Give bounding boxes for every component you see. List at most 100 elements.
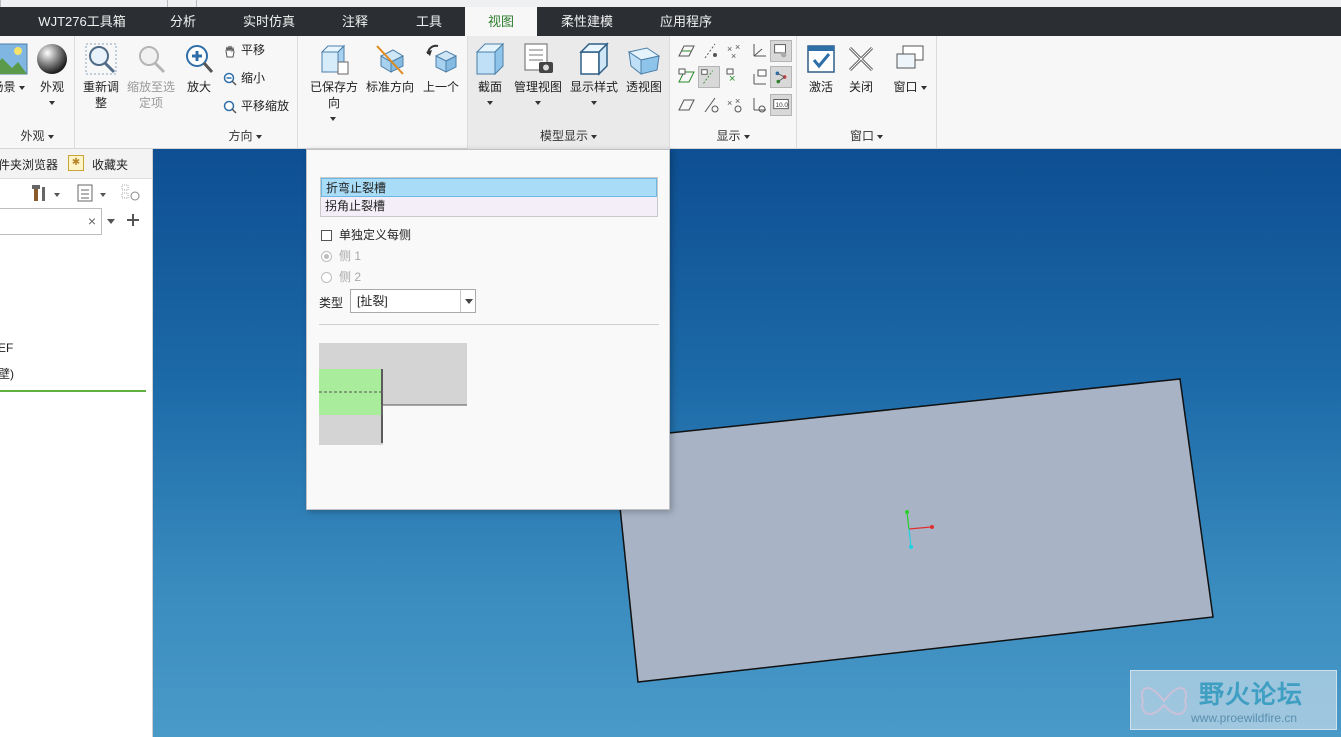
- relief-type-value: [扯裂]: [357, 294, 388, 308]
- datum-planes-icon[interactable]: [676, 40, 698, 62]
- checkbox-box[interactable]: [321, 230, 332, 242]
- pan-label: 平移: [241, 43, 266, 57]
- csys-tag-icon[interactable]: [748, 66, 770, 88]
- datum-axes-icon[interactable]: [700, 40, 722, 62]
- tab-folder-browser[interactable]: 件夹浏览器: [0, 156, 58, 173]
- annotation-display-icon[interactable]: [770, 40, 792, 62]
- zoom-out-button[interactable]: 缩小: [223, 68, 265, 88]
- clear-search-icon[interactable]: ×: [88, 213, 96, 229]
- zoom-in-button[interactable]: 放大: [179, 42, 219, 95]
- radio-side2-indicator[interactable]: [321, 272, 332, 284]
- tab-tools[interactable]: 工具: [396, 7, 462, 36]
- show-options-icon[interactable]: [76, 183, 110, 203]
- plane-tag-icon[interactable]: [676, 66, 698, 88]
- group-model-display: 截面 管理视图 显示样式 透视图 模型显示: [468, 36, 670, 149]
- section-button[interactable]: 截面: [472, 42, 508, 109]
- select-dropdown-icon[interactable]: [460, 290, 475, 312]
- tab-applications[interactable]: 应用程序: [644, 7, 728, 36]
- appearance-button[interactable]: 外观: [34, 42, 70, 109]
- radio-side1-indicator[interactable]: [321, 251, 332, 263]
- point-display-icon[interactable]: × ×: [724, 94, 746, 116]
- zoom-selected-icon: [139, 46, 166, 74]
- scene-label: 场景: [0, 80, 16, 94]
- group-saved-orientation: 已保存方向 标准方向 上一个: [298, 36, 468, 149]
- tab-wjt276-toolbox[interactable]: WJT276工具箱: [22, 7, 142, 36]
- window-button[interactable]: 窗口: [889, 42, 931, 95]
- activate-button[interactable]: 激活: [801, 42, 841, 95]
- appearance-label: 外观: [39, 80, 64, 94]
- filter-icon[interactable]: [120, 183, 142, 203]
- manage-views-label: 管理视图: [513, 80, 562, 94]
- tab-flexible-modeling[interactable]: 柔性建模: [546, 7, 628, 36]
- axis-display-icon[interactable]: [700, 94, 722, 116]
- scene-button[interactable]: 场景: [0, 42, 30, 95]
- search-dropdown-icon[interactable]: [106, 216, 116, 226]
- datum-csys-icon[interactable]: [748, 40, 770, 62]
- tab-realtime-simulation[interactable]: 实时仿真: [228, 7, 310, 36]
- sphere-icon: [37, 44, 67, 74]
- manage-views-button[interactable]: 管理视图: [512, 42, 564, 109]
- svg-text:×: ×: [727, 98, 732, 108]
- previous-view-icon: [426, 44, 458, 73]
- define-each-side-checkbox[interactable]: 单独定义每侧: [321, 226, 411, 243]
- plane-display-icon[interactable]: [676, 94, 698, 116]
- point-tag-icon[interactable]: ×: [724, 66, 746, 88]
- side1-radio[interactable]: 侧 1: [321, 247, 361, 264]
- add-filter-icon[interactable]: [126, 213, 140, 227]
- group-window-label[interactable]: 窗口: [797, 127, 936, 144]
- tree-item[interactable]: EF: [0, 341, 13, 355]
- group-show-label[interactable]: 显示: [670, 127, 796, 144]
- tools-icon[interactable]: [32, 183, 62, 203]
- zoom-to-selected-button[interactable]: 缩放至选定项: [125, 42, 177, 111]
- refit-button[interactable]: 重新调整: [79, 42, 123, 111]
- insert-here-line: [0, 390, 146, 392]
- tab-view[interactable]: 视图: [465, 7, 537, 36]
- list-item-bend-relief[interactable]: 折弯止裂槽: [321, 178, 657, 197]
- side2-radio[interactable]: 侧 2: [321, 268, 361, 285]
- pan-zoom-label: 平移缩放: [241, 99, 290, 113]
- pan-zoom-button[interactable]: 平移缩放: [223, 96, 289, 116]
- perspective-button[interactable]: 透视图: [622, 42, 666, 95]
- activate-icon: [807, 45, 835, 73]
- datum-points-icon[interactable]: × ××: [724, 40, 746, 62]
- display-style-button[interactable]: 显示样式: [568, 42, 620, 109]
- standard-orientation-button[interactable]: 标准方向: [364, 42, 416, 95]
- section-label: 截面: [477, 80, 502, 94]
- group-orientation-label[interactable]: 方向: [205, 127, 285, 144]
- svg-text:×: ×: [735, 96, 740, 106]
- scene-icon: [0, 43, 28, 75]
- group-model-display-label[interactable]: 模型显示: [468, 127, 669, 144]
- group-orientation: 重新调整 缩放至选定项 放大 平移 缩小 平移缩放 方向: [75, 36, 298, 149]
- pan-zoom-icon: [223, 100, 237, 114]
- tab-analysis[interactable]: 分析: [150, 7, 216, 36]
- list-item-corner-relief[interactable]: 拐角止裂槽: [321, 197, 657, 216]
- relief-type-select[interactable]: [扯裂]: [350, 289, 476, 313]
- previous-view-button[interactable]: 上一个: [418, 42, 464, 95]
- perspective-label: 透视图: [625, 80, 662, 94]
- watermark-title: 野火论坛: [1199, 680, 1304, 709]
- close-icon: [848, 46, 874, 72]
- saved-orientations-button[interactable]: 已保存方向: [308, 42, 358, 125]
- group-appearance-label[interactable]: 外观: [0, 127, 74, 144]
- zoom-in-icon: [186, 45, 214, 73]
- zoom-out-icon: [223, 72, 237, 86]
- relief-type-list[interactable]: 折弯止裂槽 拐角止裂槽: [320, 177, 658, 217]
- type-label: 类型: [319, 296, 344, 310]
- refit-label: 重新调整: [82, 80, 119, 110]
- dimension-display-icon[interactable]: 10.0: [770, 94, 792, 116]
- group-show: × × × × × × 10.0 显示: [670, 36, 797, 149]
- tab-favorites[interactable]: 收藏夹: [92, 156, 128, 173]
- spin-center-icon[interactable]: [770, 66, 792, 88]
- window-label: 窗口: [893, 80, 918, 94]
- csys-display-icon[interactable]: [748, 94, 770, 116]
- zoom-selected-label: 缩放至选定项: [126, 80, 175, 110]
- tab-annotate[interactable]: 注释: [322, 7, 388, 36]
- close-window-button[interactable]: 关闭: [841, 42, 881, 95]
- model-tree-panel: 件夹浏览器 ✱ 收藏夹 × EF 壁): [0, 149, 153, 737]
- tree-search-input[interactable]: ×: [0, 208, 102, 235]
- sheetmetal-wall[interactable]: [612, 378, 1214, 683]
- radio-side2-label: 侧 2: [339, 270, 362, 284]
- axis-tag-icon[interactable]: [698, 66, 720, 88]
- pan-button[interactable]: 平移: [223, 40, 265, 60]
- tree-item[interactable]: 壁): [0, 365, 14, 382]
